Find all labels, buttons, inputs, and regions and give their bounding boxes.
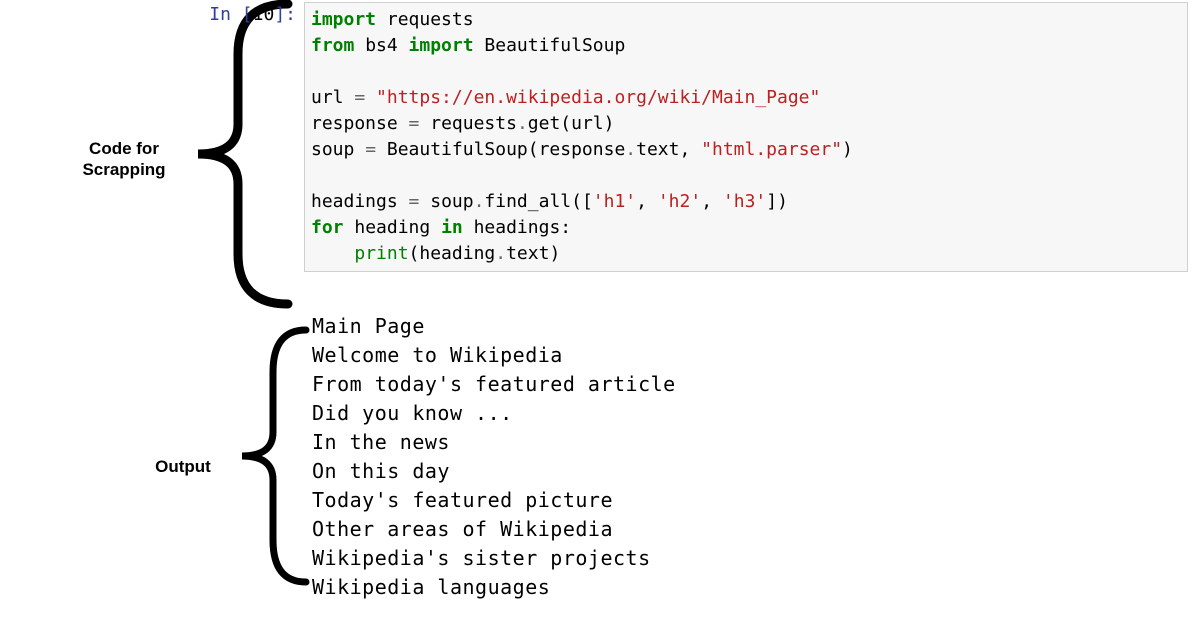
- code-string: 'h3': [723, 191, 766, 212]
- code-text: headings: [311, 191, 409, 212]
- output-line: Wikipedia's sister projects: [312, 546, 651, 570]
- code-string: "html.parser": [701, 139, 842, 160]
- input-prompt: In [10]:: [190, 3, 296, 27]
- code-text: BeautifulSoup: [474, 35, 626, 56]
- kw-for: for: [311, 217, 344, 238]
- output-line: On this day: [312, 459, 450, 483]
- output-line: Did you know ...: [312, 401, 513, 425]
- code-op: =: [365, 139, 376, 160]
- code-text: headings:: [463, 217, 571, 238]
- prompt-in: In: [209, 4, 242, 25]
- annotation-output-label: Output: [143, 456, 223, 477]
- code-text: url: [311, 87, 354, 108]
- code-text: get(url): [528, 113, 615, 134]
- code-text: ): [842, 139, 853, 160]
- code-text: bs4: [354, 35, 408, 56]
- code-string: "https://en.wikipedia.org/wiki/Main_Page…: [365, 87, 820, 108]
- code-op: =: [409, 113, 420, 134]
- code-text: BeautifulSoup(response: [376, 139, 625, 160]
- output-line: Today's featured picture: [312, 488, 613, 512]
- brace-output: [228, 322, 318, 590]
- code-op: .: [625, 139, 636, 160]
- code-op: =: [354, 87, 365, 108]
- code-op: .: [495, 243, 506, 264]
- code-op: .: [517, 113, 528, 134]
- output-area: Main Page Welcome to Wikipedia From toda…: [312, 312, 1182, 602]
- code-builtin: print: [354, 243, 408, 264]
- code-text: response: [311, 113, 409, 134]
- kw-import: import: [311, 9, 376, 30]
- code-text: requests: [376, 9, 474, 30]
- brace-code: [178, 0, 308, 314]
- code-text: ,: [701, 191, 723, 212]
- prompt-open: [: [242, 4, 253, 25]
- code-text: soup: [419, 191, 473, 212]
- code-text: text): [506, 243, 560, 264]
- kw-from: from: [311, 35, 354, 56]
- prompt-close: ]:: [274, 4, 296, 25]
- annotation-code-line2: Scrapping: [82, 160, 165, 179]
- output-line: Main Page: [312, 314, 425, 338]
- code-text: (heading: [409, 243, 496, 264]
- output-line: In the news: [312, 430, 450, 454]
- code-text: soup: [311, 139, 365, 160]
- code-string: 'h2': [658, 191, 701, 212]
- output-line: Wikipedia languages: [312, 575, 550, 599]
- prompt-number: 10: [253, 4, 275, 25]
- output-line: Other areas of Wikipedia: [312, 517, 613, 541]
- output-line: From today's featured article: [312, 372, 676, 396]
- code-text: text,: [636, 139, 701, 160]
- output-line: Welcome to Wikipedia: [312, 343, 563, 367]
- annotation-code-line1: Code for: [89, 139, 159, 158]
- annotation-output-text: Output: [155, 457, 211, 476]
- code-op: .: [474, 191, 485, 212]
- kw-import: import: [409, 35, 474, 56]
- code-cell[interactable]: import requests from bs4 import Beautifu…: [304, 2, 1188, 272]
- code-text: ,: [636, 191, 658, 212]
- code-text: heading: [344, 217, 442, 238]
- annotation-code-label: Code for Scrapping: [74, 138, 174, 181]
- code-text: requests: [419, 113, 517, 134]
- code-indent: [311, 243, 354, 264]
- code-op: =: [409, 191, 420, 212]
- kw-in: in: [441, 217, 463, 238]
- code-text: ]): [766, 191, 788, 212]
- code-text: find_all([: [484, 191, 592, 212]
- code-string: 'h1': [593, 191, 636, 212]
